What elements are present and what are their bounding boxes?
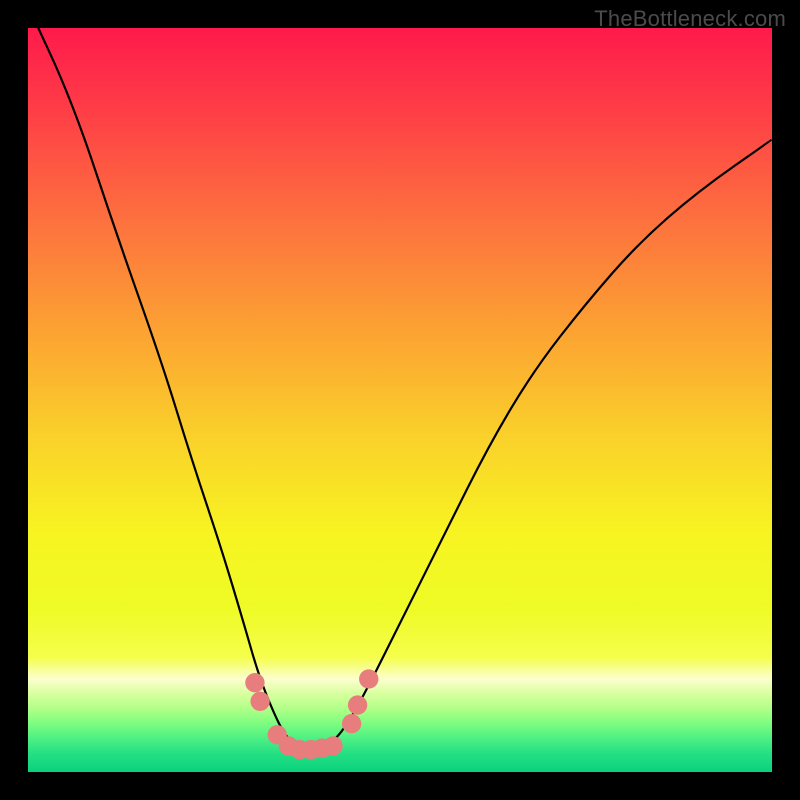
marker-dot — [245, 673, 264, 692]
marker-dot — [250, 692, 269, 711]
marker-dot — [342, 714, 361, 733]
marker-dot — [323, 736, 342, 755]
watermark-text: TheBottleneck.com — [594, 6, 786, 32]
plot-frame — [28, 28, 772, 772]
chart-canvas — [28, 28, 772, 772]
marker-dot — [348, 695, 367, 714]
gradient-background — [28, 28, 772, 772]
marker-dot — [359, 669, 378, 688]
